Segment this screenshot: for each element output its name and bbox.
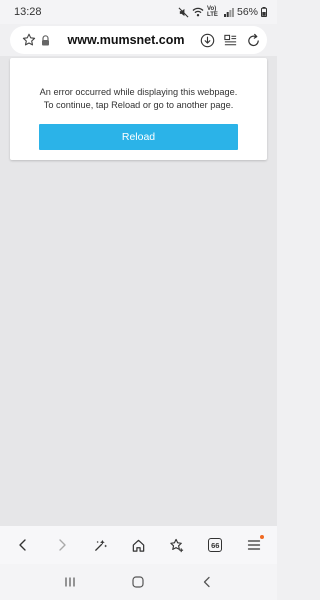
bookmark-star-add-icon — [170, 538, 183, 552]
system-back-button[interactable] — [194, 569, 220, 595]
wifi-icon — [192, 7, 204, 17]
status-icons: Vo) LTE 56% — [178, 6, 267, 18]
error-message-line-2: To continue, tap Reload or go to another… — [43, 100, 234, 110]
network-label: Vo) LTE — [206, 6, 218, 18]
bookmark-star-icon[interactable] — [20, 33, 38, 47]
error-card: An error occurred while displaying this … — [10, 58, 267, 160]
home-icon — [132, 539, 145, 552]
error-message-line-1: An error occurred while displaying this … — [39, 87, 238, 97]
menu-icon — [247, 540, 260, 550]
home-square-icon — [132, 576, 145, 588]
back-chevron-icon — [203, 576, 210, 588]
recent-apps-icon — [65, 577, 75, 587]
download-icon[interactable] — [200, 33, 215, 48]
notification-dot — [259, 535, 264, 539]
battery-level: 56% — [236, 6, 258, 18]
home-button[interactable] — [125, 532, 151, 558]
recent-apps-button[interactable] — [57, 569, 83, 595]
mute-icon — [178, 7, 189, 18]
url-bar[interactable]: www.mumsnet.com — [10, 26, 267, 54]
status-bar: 13:28 Vo) LTE 56% — [0, 0, 277, 24]
chevron-right-icon — [58, 539, 66, 551]
lock-icon — [38, 34, 52, 46]
reader-mode-icon[interactable] — [223, 33, 238, 48]
ai-tools-button[interactable] — [87, 532, 113, 558]
forward-button[interactable] — [49, 532, 75, 558]
back-button[interactable] — [10, 532, 36, 558]
bookmarks-button[interactable] — [164, 532, 190, 558]
chevron-left-icon — [19, 539, 26, 551]
tabs-button[interactable]: 66 — [202, 532, 228, 558]
battery-icon — [261, 7, 267, 17]
sparkle-icon — [94, 539, 107, 551]
url-text[interactable]: www.mumsnet.com — [52, 33, 200, 47]
status-time: 13:28 — [14, 6, 42, 18]
system-home-button[interactable] — [125, 569, 151, 595]
system-nav-bar — [0, 564, 277, 600]
menu-button[interactable] — [241, 532, 267, 558]
bottom-toolbar: 66 — [0, 526, 277, 564]
refresh-icon[interactable] — [246, 33, 261, 48]
reload-button[interactable]: Reload — [39, 124, 238, 150]
tabs-count: 66 — [208, 538, 223, 552]
error-message: An error occurred while displaying this … — [10, 86, 267, 112]
url-actions — [200, 33, 261, 48]
signal-icon — [223, 7, 234, 17]
